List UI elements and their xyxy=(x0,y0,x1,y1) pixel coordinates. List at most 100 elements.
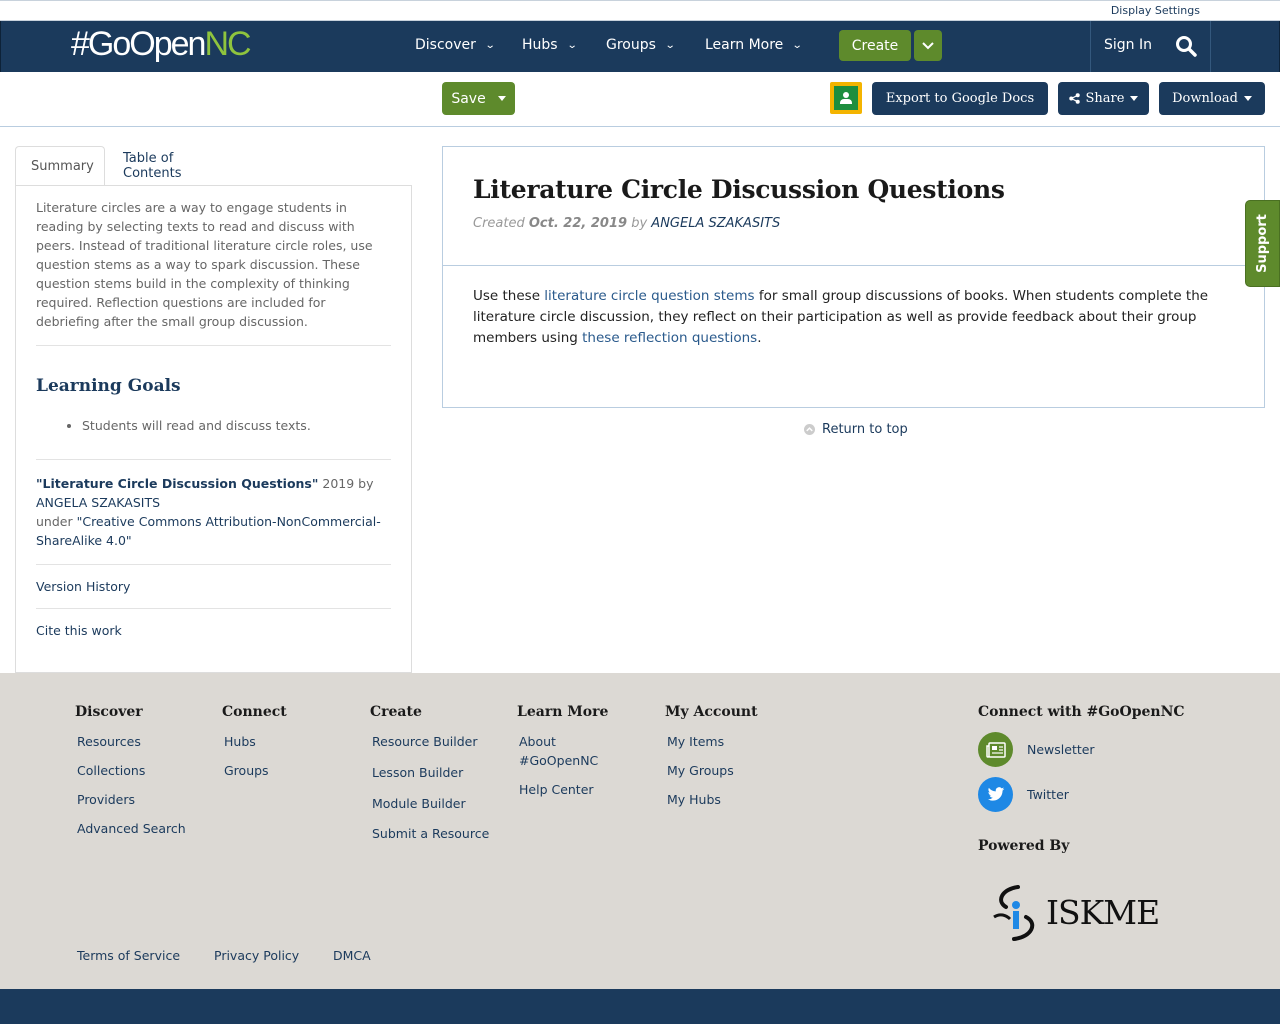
tab-summary[interactable]: Summary xyxy=(15,146,105,186)
license-link[interactable]: "Creative Commons Attribution-NonCommerc… xyxy=(36,514,381,548)
footer-link-about[interactable]: About #GoOpenNC xyxy=(517,732,627,770)
dmca-link[interactable]: DMCA xyxy=(333,948,371,963)
privacy-link[interactable]: Privacy Policy xyxy=(214,948,299,963)
site-footer: Discover Resources Collections Providers… xyxy=(0,673,1280,989)
create-dropdown-button[interactable] xyxy=(914,30,942,61)
save-button[interactable]: Save xyxy=(442,82,515,115)
google-classroom-icon[interactable] xyxy=(830,82,862,114)
footer-col-connect: Connect Hubs Groups xyxy=(222,704,287,790)
footer-link-resources[interactable]: Resources xyxy=(75,732,186,751)
nav-divider xyxy=(1210,21,1211,72)
footer-link-submit-resource[interactable]: Submit a Resource xyxy=(370,824,489,843)
support-tab[interactable]: Support xyxy=(1245,200,1280,287)
footer-link-my-hubs[interactable]: My Hubs xyxy=(665,790,758,809)
divider xyxy=(36,459,391,460)
footer-link-module-builder[interactable]: Module Builder xyxy=(370,794,489,813)
twitter-row: Twitter xyxy=(978,777,1185,812)
footer-link-advanced-search[interactable]: Advanced Search xyxy=(75,819,186,838)
resource-card: Literature Circle Discussion Questions C… xyxy=(442,146,1265,408)
export-google-docs-button[interactable]: Export to Google Docs xyxy=(872,82,1048,115)
created-date: Oct. 22, 2019 xyxy=(528,216,628,231)
support-label: Support xyxy=(1255,214,1271,273)
iskme-logo-mark xyxy=(993,885,1035,941)
nav-groups-label: Groups xyxy=(606,37,656,53)
footer-link-resource-builder[interactable]: Resource Builder xyxy=(370,732,489,751)
resource-meta: Created Oct. 22, 2019 by ANGELA SZAKASIT… xyxy=(473,216,780,231)
google-classroom-glyph xyxy=(834,86,858,110)
download-button[interactable]: Download xyxy=(1159,82,1265,115)
newsletter-link[interactable]: Newsletter xyxy=(1027,740,1095,759)
summary-panel: Literature circles are a way to engage s… xyxy=(15,185,412,673)
attribution: "Literature Circle Discussion Questions"… xyxy=(36,474,391,550)
tab-table-of-contents[interactable]: Table of Contents xyxy=(108,146,196,186)
footer-link-my-items[interactable]: My Items xyxy=(665,732,758,751)
created-label: Created xyxy=(473,216,525,231)
attribution-title-link[interactable]: "Literature Circle Discussion Questions" xyxy=(36,476,318,491)
footer-col-title: Learn More xyxy=(517,704,609,720)
chevron-down-icon: ⌄ xyxy=(664,39,676,51)
chevron-down-icon: ⌄ xyxy=(484,39,496,51)
author-link[interactable]: ANGELA SZAKASITS xyxy=(651,216,780,231)
attribution-author-link[interactable]: ANGELA SZAKASITS xyxy=(36,495,160,510)
question-stems-link[interactable]: literature circle question stems xyxy=(544,288,754,304)
twitter-link[interactable]: Twitter xyxy=(1027,785,1069,804)
attribution-title: "Literature Circle Discussion Questions" xyxy=(36,476,319,491)
footer-link-collections[interactable]: Collections xyxy=(75,761,186,780)
by-label: by xyxy=(631,216,648,231)
caret-down-icon xyxy=(1243,96,1252,101)
chevron-down-icon: ⌄ xyxy=(792,39,803,51)
attribution-year: 2019 by xyxy=(318,476,374,491)
nav-discover-label: Discover xyxy=(415,37,476,53)
site-logo[interactable]: #GoOpenNC xyxy=(71,23,252,65)
divider xyxy=(443,265,1264,266)
create-button[interactable]: Create xyxy=(839,30,911,61)
footer-link-help-center[interactable]: Help Center xyxy=(517,780,627,799)
footer-col-discover: Discover Resources Collections Providers… xyxy=(75,704,186,848)
share-button[interactable]: Share xyxy=(1058,82,1149,115)
footer-link-my-groups[interactable]: My Groups xyxy=(665,761,758,780)
nav-groups[interactable]: Groups ⌄ xyxy=(606,37,676,53)
reflection-questions-link[interactable]: these reflection questions xyxy=(582,330,757,346)
footer-col-title: Discover xyxy=(75,704,143,720)
display-settings-link[interactable]: Display Settings xyxy=(1111,4,1200,17)
divider xyxy=(36,608,391,609)
nav-discover[interactable]: Discover ⌄ xyxy=(415,37,496,53)
summary-text: Literature circles are a way to engage s… xyxy=(36,200,373,329)
search-icon[interactable] xyxy=(1175,35,1197,57)
resource-toolbar: Save Export to Google Docs Share Downloa… xyxy=(0,72,1280,127)
main-nav: #GoOpenNC Discover ⌄ Hubs ⌄ Groups ⌄ Learn … xyxy=(0,21,1280,72)
divider xyxy=(36,564,391,565)
footer-col-title: Connect xyxy=(222,704,287,720)
footer-col-create: Create Resource Builder Lesson Builder M… xyxy=(370,704,489,853)
sign-in-link[interactable]: Sign In xyxy=(1104,37,1152,53)
display-settings-bar: Display Settings xyxy=(0,0,1280,21)
return-to-top-link[interactable]: Return to top xyxy=(804,422,908,437)
nav-divider xyxy=(1090,21,1091,72)
nav-learn-more-label: Learn More xyxy=(705,37,784,53)
nav-learn-more[interactable]: Learn More ⌄ xyxy=(705,37,803,53)
arrow-up-circle-icon xyxy=(804,424,815,435)
download-label: Download xyxy=(1172,91,1238,106)
terms-link[interactable]: Terms of Service xyxy=(77,948,180,963)
version-history-link[interactable]: Version History xyxy=(36,579,391,594)
iskme-logo[interactable]: ISKME xyxy=(988,883,1160,941)
learning-goals-list: Students will read and discuss texts. xyxy=(36,418,391,433)
footer-col-social: Connect with #GoOpenNC Newsletter Twitte… xyxy=(978,704,1185,866)
footer-link-providers[interactable]: Providers xyxy=(75,790,186,809)
footer-link-lesson-builder[interactable]: Lesson Builder xyxy=(370,763,489,782)
newspaper-icon[interactable] xyxy=(978,732,1013,767)
twitter-icon[interactable] xyxy=(978,777,1013,812)
nav-hubs-label: Hubs xyxy=(522,37,558,53)
footer-col-title: My Account xyxy=(665,704,758,720)
caret-down-icon xyxy=(497,96,506,101)
connect-title: Connect with #GoOpenNC xyxy=(978,704,1185,720)
page-title: Literature Circle Discussion Questions xyxy=(473,175,1005,204)
attribution-under: under xyxy=(36,514,77,529)
share-label: Share xyxy=(1085,91,1125,106)
footer-link-groups[interactable]: Groups xyxy=(222,761,287,780)
nav-hubs[interactable]: Hubs ⌄ xyxy=(522,37,577,53)
footer-col-my-account: My Account My Items My Groups My Hubs xyxy=(665,704,758,819)
footer-col-learn-more: Learn More About #GoOpenNC Help Center xyxy=(517,704,627,809)
footer-link-hubs[interactable]: Hubs xyxy=(222,732,287,751)
cite-link[interactable]: Cite this work xyxy=(36,623,391,638)
